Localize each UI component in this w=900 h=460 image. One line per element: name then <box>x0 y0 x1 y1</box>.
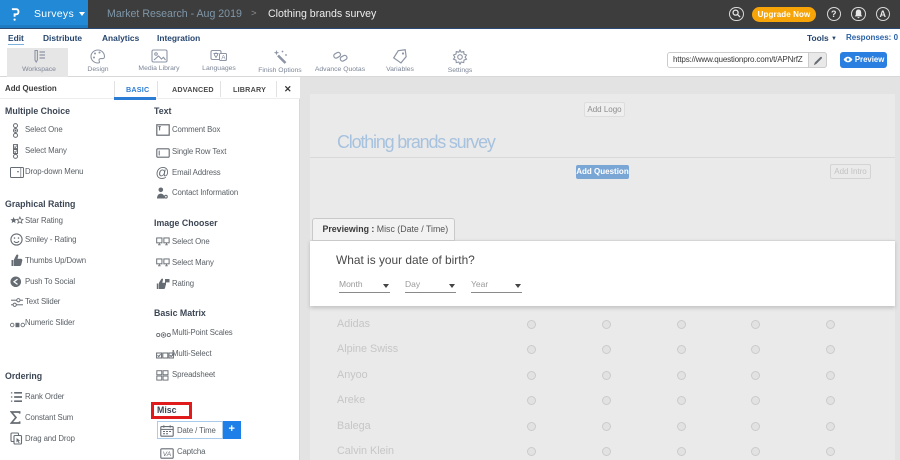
svg-text:VA: VA <box>163 451 171 458</box>
svg-text:@: @ <box>156 166 169 179</box>
svg-text:A: A <box>221 54 226 61</box>
